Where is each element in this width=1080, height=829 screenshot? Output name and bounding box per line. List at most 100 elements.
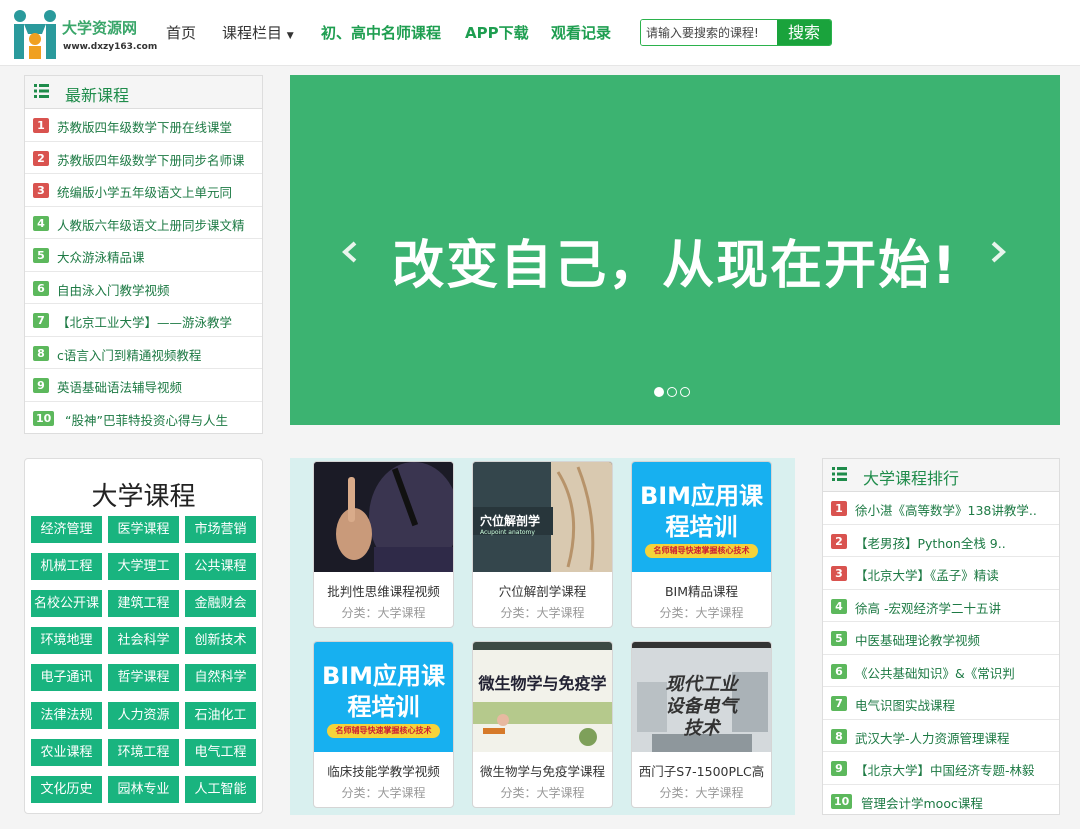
carousel-dot[interactable] (667, 387, 677, 397)
rank-badge: 6 (33, 280, 49, 296)
category-tag[interactable]: 人力资源 (108, 702, 179, 729)
latest-item-title: 人教版六年级语文上册同步课文精 (57, 217, 245, 233)
category-tag[interactable]: 环境工程 (108, 739, 179, 766)
rank-badge: 3 (831, 566, 847, 581)
category-tag[interactable]: 法律法规 (31, 702, 102, 729)
course-cover-image: BIM应用课 程培训 名师辅导快速掌握核心技术 (632, 462, 771, 572)
ranking-item-title: 【北京大学】中国经济专题-林毅 (855, 763, 1035, 778)
category-tag[interactable]: 环境地理 (31, 627, 102, 654)
latest-item-title: 苏教版四年级数学下册同步名师课 (57, 152, 245, 168)
microbiology-cover-icon (473, 642, 612, 746)
chevron-right-icon[interactable] (988, 240, 1008, 264)
latest-item-title: 苏教版四年级数学下册在线课堂 (57, 120, 233, 135)
ranking-item[interactable]: 7 电气识图实战课程 (823, 687, 1059, 720)
latest-item[interactable]: 9 英语基础语法辅导视频 (25, 369, 262, 402)
rank-badge: 10 (831, 793, 853, 809)
course-card[interactable]: 批判性思维课程视频 分类：大学课程 (313, 461, 454, 628)
nav-teachers[interactable]: 初、高中名师课程 (321, 22, 441, 43)
latest-item-title: c语言入门到精通视频教程 (57, 347, 202, 363)
course-card[interactable]: 微生物学与免疫学 微生物学与免疫学课程 分类：大学课程 (472, 641, 613, 808)
rank-badge: 2 (831, 533, 847, 549)
latest-item[interactable]: 7 【北京工业大学】——游泳教学 (25, 304, 262, 337)
latest-item[interactable]: 8 c语言入门到精通视频教程 (25, 337, 262, 369)
category-tag[interactable]: 建筑工程 (108, 590, 179, 617)
rank-badge: 9 (33, 378, 49, 393)
cover-line-1: BIM应用课 (321, 662, 446, 690)
ranking-item-title: 电气识图实战课程 (855, 698, 956, 713)
course-grid: 批判性思维课程视频 分类：大学课程 穴位解剖学 Acupoint anatomy… (290, 458, 795, 815)
rank-badge: 5 (831, 631, 847, 646)
latest-item[interactable]: 6 自由泳入门教学视频 (25, 272, 262, 304)
latest-item[interactable]: 4 人教版六年级语文上册同步课文精 (25, 207, 262, 239)
ranking-item[interactable]: 10 管理会计学mooc课程 (823, 785, 1059, 818)
category-tag[interactable]: 电气工程 (185, 739, 256, 766)
category-tag[interactable]: 金融财会 (185, 590, 256, 617)
course-card[interactable]: 穴位解剖学 Acupoint anatomy 穴位解剖学课程 分类：大学课程 (472, 461, 613, 628)
category-tag[interactable]: 创新技术 (185, 627, 256, 654)
course-card[interactable]: BIM应用课 程培训 名师辅导快速掌握核心技术 BIM精品课程 分类：大学课程 (631, 461, 772, 628)
latest-item[interactable]: 2 苏教版四年级数学下册同步名师课 (25, 142, 262, 174)
category-tag[interactable]: 公共课程 (185, 553, 256, 580)
latest-item-title: 英语基础语法辅导视频 (57, 380, 183, 395)
banner-slogan: 改变自己，从现在开始! (392, 236, 958, 296)
course-cover-image (314, 462, 453, 572)
latest-item[interactable]: 3 统编版小学五年级语文上单元同 (25, 174, 262, 207)
course-card[interactable]: 现代工业 设备电气 技术 西门子S7-1500PLC高 分类：大学课程 (631, 641, 772, 808)
hero-banner[interactable]: 改变自己，从现在开始! (290, 75, 1060, 425)
ranking-item[interactable]: 3 【北京大学】《孟子》精读 (823, 557, 1059, 590)
search-button[interactable]: 搜索 (777, 20, 831, 45)
category-tag[interactable]: 市场营销 (185, 516, 256, 543)
logo-url: www.dxzy163.com (63, 42, 158, 52)
ranking-item[interactable]: 2 【老男孩】Python全栈 9.. (823, 525, 1059, 557)
nav-app-download[interactable]: APP下载 (465, 22, 529, 43)
category-tag[interactable]: 机械工程 (31, 553, 102, 580)
ranking-item[interactable]: 4 徐高 -宏观经济学二十五讲 (823, 590, 1059, 622)
cover-line-1: BIM应用课 (639, 482, 764, 510)
nav-watch-history[interactable]: 观看记录 (551, 22, 611, 43)
search-input[interactable] (641, 20, 777, 45)
course-title: 穴位解剖学课程 (498, 584, 587, 599)
latest-item[interactable]: 10 “股神”巴菲特投资心得与人生 (25, 402, 262, 435)
course-category: 分类：大学课程 (341, 786, 426, 800)
rank-badge: 1 (831, 501, 847, 516)
category-tag[interactable]: 园林专业 (108, 776, 179, 803)
cover-line-2: 程培训 (665, 513, 738, 541)
category-tag[interactable]: 大学理工 (108, 553, 179, 580)
ranking-item[interactable]: 9 【北京大学】中国经济专题-林毅 (823, 752, 1059, 785)
ranking-item[interactable]: 5 中医基础理论教学视频 (823, 622, 1059, 655)
category-tag[interactable]: 名校公开课 (31, 590, 102, 617)
ranking-item[interactable]: 1 徐小湛《高等数学》138讲教学.. (823, 492, 1059, 525)
category-tag[interactable]: 经济管理 (31, 516, 102, 543)
category-tag[interactable]: 社会科学 (108, 627, 179, 654)
ranking-item-title: 徐高 -宏观经济学二十五讲 (855, 600, 1001, 616)
category-tag[interactable]: 文化历史 (31, 776, 102, 803)
category-tag[interactable]: 农业课程 (31, 739, 102, 766)
carousel-dot-active[interactable] (654, 387, 664, 397)
ranking-item-title: 管理会计学mooc课程 (861, 795, 983, 811)
cover-title: 微生物学与免疫学 (478, 674, 607, 693)
carousel-dot[interactable] (680, 387, 690, 397)
course-card[interactable]: BIM应用课 程培训 名师辅导快速掌握核心技术 临床技能学教学视频 分类：大学课… (313, 641, 454, 808)
site-logo[interactable]: 大学资源网 www.dxzy163.com (12, 9, 162, 61)
latest-item[interactable]: 5 大众游泳精品课 (25, 239, 262, 272)
rank-badge: 5 (33, 248, 49, 263)
ranking-item[interactable]: 8 武汉大学-人力资源管理课程 (823, 720, 1059, 752)
category-tag[interactable]: 医学课程 (108, 516, 179, 543)
rank-badge: 6 (831, 663, 847, 679)
university-courses-title: 大学课程 (91, 482, 196, 512)
category-tag[interactable]: 人工智能 (185, 776, 256, 803)
latest-item-title: 【北京工业大学】——游泳教学 (57, 315, 233, 330)
speaker-photo-icon (314, 462, 453, 572)
category-tag[interactable]: 自然科学 (185, 664, 256, 691)
nav-home[interactable]: 首页 (166, 22, 196, 43)
nav-course-columns[interactable]: 课程栏目 ▼ (222, 22, 294, 43)
rank-badge: 7 (831, 696, 847, 711)
ranking-item[interactable]: 6 《公共基础知识》&《常识判 (823, 655, 1059, 687)
latest-courses-header: 最新课程 (25, 76, 262, 109)
category-tag[interactable]: 哲学课程 (108, 664, 179, 691)
rank-badge: 1 (33, 118, 49, 133)
category-tag[interactable]: 电子通讯 (31, 664, 102, 691)
latest-item[interactable]: 1 苏教版四年级数学下册在线课堂 (25, 109, 262, 142)
category-tag[interactable]: 石油化工 (185, 702, 256, 729)
list-icon (832, 467, 847, 481)
